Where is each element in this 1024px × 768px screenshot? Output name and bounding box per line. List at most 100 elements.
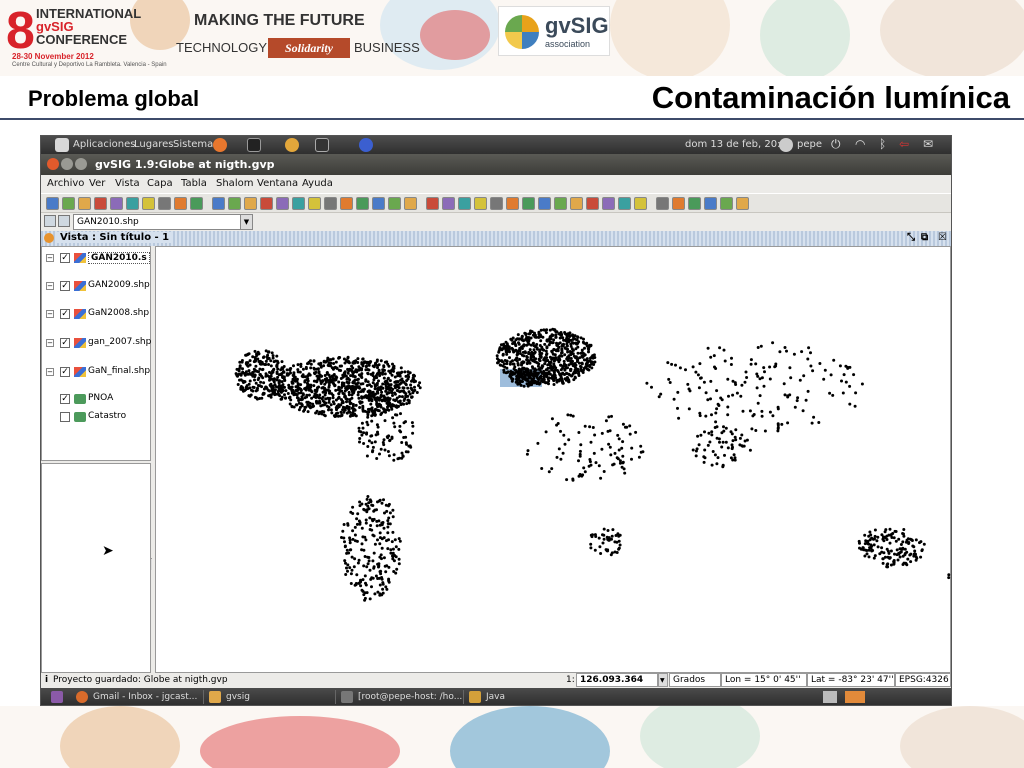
menu-shalom[interactable]: Shalom: [216, 178, 253, 189]
menu-capa[interactable]: Capa: [147, 178, 173, 189]
copy-icon[interactable]: [442, 197, 455, 210]
menu-ayuda[interactable]: Ayuda: [302, 178, 333, 189]
locator-map[interactable]: ➤: [41, 463, 151, 673]
new-icon[interactable]: [372, 197, 385, 210]
table-icon[interactable]: [292, 197, 305, 210]
menu-ver[interactable]: Ver: [89, 178, 105, 189]
copy-icon[interactable]: [110, 197, 123, 210]
select-icon[interactable]: [260, 197, 273, 210]
measure-icon[interactable]: [244, 197, 257, 210]
scale-input[interactable]: 126.093.364: [576, 673, 658, 687]
shutdown-icon[interactable]: ⇦: [899, 137, 909, 151]
zoom-in-icon[interactable]: [158, 197, 171, 210]
wifi-icon[interactable]: ◠: [855, 137, 865, 151]
print-icon[interactable]: [94, 197, 107, 210]
show-desktop-button[interactable]: [47, 689, 67, 705]
edit-icon[interactable]: [340, 197, 353, 210]
layer-checkbox[interactable]: [60, 412, 70, 422]
table-icon[interactable]: [58, 215, 70, 227]
menu-applications[interactable]: Aplicaciones: [73, 139, 135, 150]
maximize-icon[interactable]: [75, 158, 87, 170]
task-java[interactable]: Java: [464, 689, 505, 705]
layer-checkbox[interactable]: ✓: [60, 338, 70, 348]
layer-edit-icon[interactable]: [44, 215, 56, 227]
table-icon[interactable]: [618, 197, 631, 210]
gvsig-launcher-icon[interactable]: [285, 138, 299, 152]
layer-checkbox[interactable]: ✓: [60, 367, 70, 377]
info-icon[interactable]: [554, 197, 567, 210]
maximize-view-icon[interactable]: ⧉: [921, 232, 928, 243]
map-canvas[interactable]: [155, 246, 951, 673]
scale-dropdown-icon[interactable]: ▼: [658, 673, 668, 687]
zoom-out-icon[interactable]: [506, 197, 519, 210]
layer-checkbox[interactable]: ✓: [60, 281, 70, 291]
menu-system[interactable]: Sistema: [173, 139, 213, 150]
zoom-out-icon[interactable]: [174, 197, 187, 210]
mail-icon[interactable]: ✉: [923, 137, 933, 151]
paste-icon[interactable]: [126, 197, 139, 210]
pan-icon[interactable]: [212, 197, 225, 210]
globe-launcher-icon[interactable]: [359, 138, 373, 152]
query-icon[interactable]: [308, 197, 321, 210]
select-icon[interactable]: [586, 197, 599, 210]
layer-checkbox[interactable]: ✓: [60, 309, 70, 319]
edit-icon[interactable]: [672, 197, 685, 210]
print-icon[interactable]: [426, 197, 439, 210]
task-terminal[interactable]: [root@pepe-host: /ho...: [336, 689, 462, 705]
chevron-down-icon[interactable]: ▼: [240, 215, 252, 229]
paste-icon[interactable]: [458, 197, 471, 210]
firefox-launcher-icon[interactable]: [213, 138, 227, 152]
bluetooth-icon[interactable]: ᛒ: [879, 137, 886, 151]
menu-places[interactable]: Lugares: [134, 139, 173, 150]
filter-icon[interactable]: [602, 197, 615, 210]
layers-icon[interactable]: [474, 197, 487, 210]
collapse-icon[interactable]: −: [46, 282, 54, 290]
layer-checkbox[interactable]: ✓: [60, 394, 70, 404]
zoom-extent-icon[interactable]: [190, 197, 203, 210]
pan-icon[interactable]: [538, 197, 551, 210]
new-icon[interactable]: [46, 197, 59, 210]
open-icon[interactable]: [62, 197, 75, 210]
active-layer-select[interactable]: GAN2010.shp ▼: [73, 214, 253, 230]
minimize-icon[interactable]: [61, 158, 73, 170]
power-icon[interactable]: ⏻: [831, 137, 841, 152]
query-icon[interactable]: [634, 197, 647, 210]
refresh-icon[interactable]: [356, 197, 369, 210]
workspace-active-icon[interactable]: [845, 691, 865, 703]
collapse-icon[interactable]: −: [46, 310, 54, 318]
desktop-clock[interactable]: dom 13 de feb, 20:23: [685, 139, 793, 150]
system-monitor-icon[interactable]: [315, 138, 329, 152]
info-icon[interactable]: [228, 197, 241, 210]
menu-tabla[interactable]: Tabla: [181, 178, 207, 189]
workspace-icon[interactable]: [823, 691, 837, 703]
menu-archivo[interactable]: Archivo: [47, 178, 84, 189]
save-icon[interactable]: [404, 197, 417, 210]
task-gmail[interactable]: Gmail - Inbox - jgcast...: [71, 689, 197, 705]
collapse-icon[interactable]: −: [46, 254, 54, 262]
export-icon[interactable]: [324, 197, 337, 210]
close-icon[interactable]: [47, 158, 59, 170]
layer-checkbox[interactable]: ✓: [60, 253, 70, 263]
layers-icon[interactable]: [142, 197, 155, 210]
collapse-icon[interactable]: −: [46, 368, 54, 376]
open-icon[interactable]: [388, 197, 401, 210]
save-icon[interactable]: [78, 197, 91, 210]
desktop-user[interactable]: pepe: [797, 139, 822, 150]
close-view-icon[interactable]: ☒: [938, 232, 947, 243]
menu-vista[interactable]: Vista: [115, 178, 140, 189]
terminal-launcher-icon[interactable]: [247, 138, 261, 152]
export-icon[interactable]: [656, 197, 669, 210]
new-icon[interactable]: [704, 197, 717, 210]
menu-ventana[interactable]: Ventana: [257, 178, 298, 189]
save-icon[interactable]: [736, 197, 749, 210]
filter-icon[interactable]: [276, 197, 289, 210]
refresh-icon[interactable]: [688, 197, 701, 210]
zoom-extent-icon[interactable]: [522, 197, 535, 210]
restore-icon[interactable]: ⤡: [907, 232, 915, 243]
task-gvsig[interactable]: gvsig: [204, 689, 250, 705]
collapse-icon[interactable]: −: [46, 339, 54, 347]
zoom-in-icon[interactable]: [490, 197, 503, 210]
open-icon[interactable]: [720, 197, 733, 210]
gnome-foot-icon[interactable]: [55, 138, 69, 152]
measure-icon[interactable]: [570, 197, 583, 210]
